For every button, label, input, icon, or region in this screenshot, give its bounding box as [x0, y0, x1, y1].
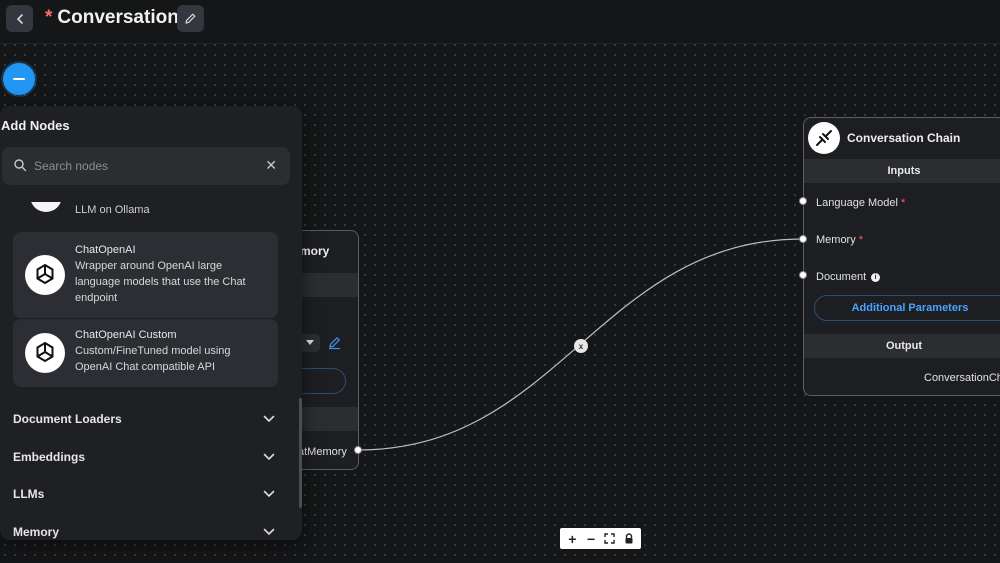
chain-icon — [816, 130, 832, 146]
document-input-handle[interactable] — [799, 271, 807, 279]
field-language-model-label: Language Model — [816, 197, 898, 209]
memory-node-output-label: atMemory — [298, 446, 347, 458]
list-item-partial-label: LLM on Ollama — [75, 204, 150, 216]
node-item-chatopenai-custom[interactable]: ChatOpenAI Custom Custom/FineTuned model… — [13, 319, 278, 387]
back-button[interactable] — [6, 5, 33, 32]
fit-view-icon — [604, 533, 616, 544]
chevron-left-icon — [16, 13, 23, 24]
category-llms[interactable]: LLMs — [13, 484, 275, 504]
edit-icon — [329, 337, 340, 350]
required-marker: * — [858, 234, 864, 246]
lock-icon — [625, 533, 633, 544]
chain-node-avatar — [808, 122, 840, 154]
conversation-chain-node[interactable]: Conversation Chain Inputs Language Model… — [803, 117, 1000, 396]
info-icon[interactable]: i — [871, 272, 881, 282]
search-icon — [14, 159, 27, 172]
memory-output-handle[interactable] — [354, 446, 362, 454]
memory-input-handle[interactable] — [799, 235, 807, 243]
add-nodes-panel: Add Nodes ✕ LLM on Ollama ChatOpenAI Wra… — [0, 106, 302, 540]
canvas-controls: + − — [560, 528, 641, 549]
node-item-description: Custom/FineTuned model using OpenAI Chat… — [75, 345, 231, 373]
clear-search-icon[interactable]: ✕ — [265, 157, 277, 173]
caret-down-icon — [306, 340, 314, 345]
category-label: Embeddings — [13, 450, 86, 464]
pencil-icon — [185, 13, 196, 24]
field-memory: Memory * — [816, 234, 863, 246]
memory-node-select[interactable] — [300, 334, 320, 352]
panel-scrollbar[interactable] — [299, 398, 302, 508]
chevron-down-icon — [263, 490, 275, 498]
openai-logo-icon — [25, 255, 65, 295]
category-document-loaders[interactable]: Document Loaders — [13, 409, 275, 429]
edge-delete-button[interactable]: x — [574, 339, 588, 353]
chevron-down-icon — [263, 415, 275, 423]
unsaved-marker: * — [45, 7, 53, 28]
node-item-description: Wrapper around OpenAI large language mod… — [75, 260, 246, 304]
category-embeddings[interactable]: Embeddings — [13, 447, 275, 467]
top-bar: * Conversation — [0, 0, 1000, 44]
lock-button[interactable] — [620, 530, 638, 548]
zoom-out-button[interactable]: − — [582, 530, 600, 548]
field-document: Document i — [816, 271, 881, 283]
chain-node-title: Conversation Chain — [847, 131, 961, 145]
field-memory-label: Memory — [816, 234, 856, 246]
minus-icon — [13, 78, 25, 80]
category-label: Memory — [13, 525, 60, 539]
node-avatar — [30, 202, 62, 212]
node-item-name: ChatOpenAI — [75, 244, 136, 256]
chain-node-inputs-header: Inputs — [804, 159, 1000, 183]
zoom-in-button[interactable]: + — [563, 530, 581, 548]
node-item-chatopenai[interactable]: ChatOpenAI Wrapper around OpenAI large l… — [13, 232, 278, 318]
chevron-down-icon — [263, 528, 275, 536]
collapse-add-nodes-button[interactable] — [3, 63, 35, 95]
language-model-input-handle[interactable] — [799, 197, 807, 205]
list-item-partial[interactable]: LLM on Ollama — [13, 202, 278, 220]
search-input[interactable] — [34, 156, 254, 176]
openai-logo-icon — [25, 333, 65, 373]
search-box: ✕ — [2, 147, 290, 185]
additional-parameters-button[interactable]: Additional Parameters — [814, 295, 1000, 321]
category-label: LLMs — [13, 487, 45, 501]
page-title: * Conversation — [45, 5, 179, 31]
chevron-down-icon — [263, 453, 275, 461]
edit-title-button[interactable] — [177, 5, 204, 32]
field-language-model: Language Model * — [816, 197, 905, 209]
category-label: Document Loaders — [13, 412, 122, 426]
memory-node-title: mory — [300, 244, 330, 258]
chain-node-output-header: Output — [804, 334, 1000, 358]
category-memory[interactable]: Memory — [13, 522, 275, 540]
flow-title: Conversation — [57, 7, 179, 28]
add-nodes-title: Add Nodes — [1, 118, 70, 133]
chain-node-output-label: ConversationCha — [924, 372, 1000, 384]
field-document-label: Document — [816, 271, 867, 283]
memory-node-edit-button[interactable] — [327, 335, 342, 355]
fit-view-button[interactable] — [601, 530, 619, 548]
required-marker: * — [900, 197, 906, 209]
node-item-name: ChatOpenAI Custom — [75, 329, 177, 341]
